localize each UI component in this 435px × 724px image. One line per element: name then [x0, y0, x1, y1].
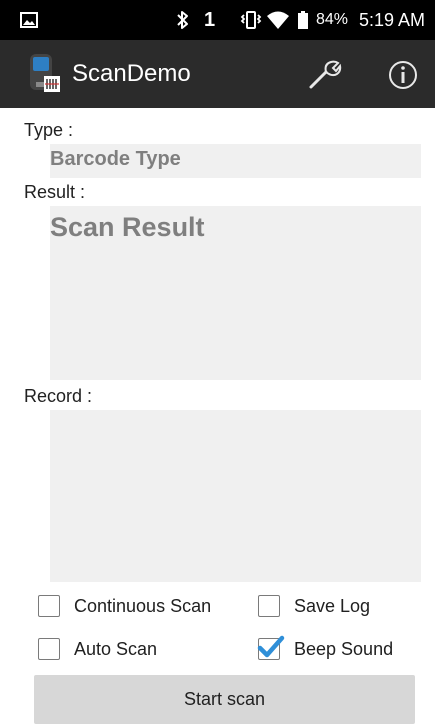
- barcode-type-value: Barcode Type: [50, 148, 181, 170]
- sim-indicator: 1: [204, 8, 216, 31]
- save-log-label: Save Log: [294, 595, 371, 616]
- auto-scan-option[interactable]: Auto Scan: [38, 634, 157, 664]
- checkmark-icon: [257, 635, 285, 658]
- beep-sound-checkbox[interactable]: [257, 635, 285, 660]
- wrench-icon[interactable]: [308, 58, 342, 95]
- app-bar: ScanDemo: [0, 40, 435, 108]
- wifi-icon: [266, 0, 290, 40]
- clock: 5:19 AM: [359, 9, 426, 30]
- beep-sound-label: Beep Sound: [294, 638, 394, 659]
- image-icon: [20, 0, 38, 40]
- record-label: Record :: [24, 386, 93, 406]
- scanner-device-icon: [28, 54, 62, 99]
- app-title: ScanDemo: [72, 60, 191, 87]
- battery-icon: [298, 0, 308, 40]
- auto-scan-label: Auto Scan: [74, 638, 158, 659]
- continuous-scan-option[interactable]: Continuous Scan: [38, 591, 211, 621]
- start-scan-button[interactable]: Start scan: [34, 675, 415, 724]
- vibrate-icon: [240, 0, 262, 40]
- battery-percent: 84%: [316, 11, 349, 28]
- beep-sound-option[interactable]: Beep Sound: [257, 634, 394, 664]
- auto-scan-checkbox[interactable]: [38, 638, 60, 660]
- continuous-scan-label: Continuous Scan: [74, 595, 212, 616]
- save-log-option[interactable]: Save Log: [258, 591, 370, 621]
- record-log-area[interactable]: [50, 410, 421, 582]
- start-scan-label: Start scan: [183, 689, 266, 709]
- scan-result-value: Scan Result: [50, 212, 205, 242]
- type-label: Type :: [24, 120, 74, 140]
- bluetooth-icon: [176, 0, 190, 40]
- info-icon[interactable]: [388, 60, 418, 95]
- result-label: Result :: [24, 182, 86, 202]
- continuous-scan-checkbox[interactable]: [38, 595, 60, 617]
- barcode-type-field: Barcode Type: [50, 144, 421, 178]
- scan-result-field: Scan Result: [50, 206, 421, 380]
- save-log-checkbox[interactable]: [258, 595, 280, 617]
- status-bar: 1 84% 5:19 AM: [0, 0, 435, 40]
